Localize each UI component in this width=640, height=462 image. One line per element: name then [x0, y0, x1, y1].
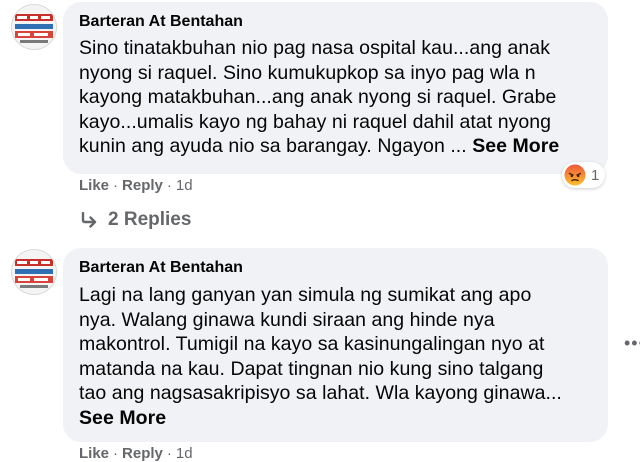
comment-author[interactable]: Barteran At Bentahan — [79, 13, 243, 31]
more-options-icon[interactable]: ••• — [624, 333, 640, 354]
separator-dot: · — [166, 177, 172, 194]
comment-text: Lagi na lang ganyan yan simula ng sumika… — [79, 283, 599, 431]
separator-dot: · — [166, 445, 172, 462]
comment-text: Sino tinatakbuhan nio pag nasa ospital k… — [79, 36, 599, 159]
like-button[interactable]: Like — [79, 177, 109, 194]
reply-button[interactable]: Reply — [122, 177, 163, 194]
reply-button[interactable]: Reply — [122, 445, 163, 462]
separator-dot: · — [113, 177, 119, 194]
replies-count-label: 2 Replies — [108, 209, 192, 230]
comment-actions: Like · Reply · 1d — [79, 445, 193, 462]
reaction-count: 1 — [591, 166, 600, 184]
see-more-link[interactable]: See More — [472, 135, 559, 157]
like-button[interactable]: Like — [79, 445, 109, 462]
see-more-link[interactable]: See More — [79, 407, 166, 429]
comment-body: Lagi na lang ganyan yan simula ng sumika… — [79, 284, 562, 405]
avatar[interactable] — [11, 249, 57, 295]
reply-arrow-icon — [81, 212, 97, 228]
separator-dot: · — [113, 445, 119, 462]
reaction-summary[interactable]: 1 — [562, 162, 606, 188]
avatar[interactable] — [11, 4, 57, 50]
comment-timestamp[interactable]: 1d — [176, 445, 193, 462]
view-replies-link[interactable]: 2 Replies — [80, 209, 191, 231]
comment-timestamp[interactable]: 1d — [176, 177, 193, 194]
comment-author[interactable]: Barteran At Bentahan — [79, 259, 243, 277]
angry-reaction-icon — [564, 164, 586, 186]
comment-actions: Like · Reply · 1d — [79, 177, 193, 194]
